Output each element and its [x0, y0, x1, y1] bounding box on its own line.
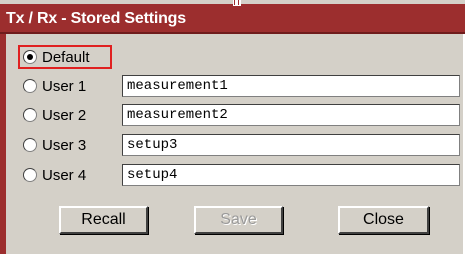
user-2-name-field[interactable]: measurement2 [122, 104, 460, 126]
radio-button-user-3[interactable] [23, 138, 37, 152]
user-3-name-field[interactable]: setup3 [122, 134, 460, 156]
radio-option-user-3[interactable]: User 3 [22, 134, 112, 158]
user-4-name-field[interactable]: setup4 [122, 164, 460, 186]
radio-option-user-4[interactable]: User 4 [22, 164, 112, 188]
radio-option-user-1[interactable]: User 1 [22, 75, 112, 99]
radio-label-default: Default [42, 49, 90, 66]
radio-label-user-1: User 1 [42, 78, 87, 95]
user-1-name-field[interactable]: measurement1 [122, 75, 460, 97]
recall-button[interactable]: Recall [59, 206, 148, 234]
radio-button-user-4[interactable] [23, 168, 37, 182]
stored-settings-dialog: Tx / Rx - Stored Settings Default User 1… [0, 0, 465, 254]
radio-button-default[interactable] [23, 50, 37, 64]
window-grip-mark [233, 0, 241, 6]
save-button[interactable]: Save [194, 206, 283, 234]
title-bar[interactable]: Tx / Rx - Stored Settings [0, 4, 465, 34]
radio-button-user-1[interactable] [23, 79, 37, 93]
radio-label-user-4: User 4 [42, 167, 87, 184]
radio-label-user-2: User 2 [42, 107, 87, 124]
radio-label-user-3: User 3 [42, 137, 87, 154]
radio-option-user-2[interactable]: User 2 [22, 104, 112, 128]
close-button[interactable]: Close [338, 206, 429, 234]
window-left-edge [0, 34, 6, 254]
dialog-title: Tx / Rx - Stored Settings [6, 10, 186, 27]
radio-button-user-2[interactable] [23, 108, 37, 122]
radio-option-default[interactable]: Default [22, 46, 112, 70]
